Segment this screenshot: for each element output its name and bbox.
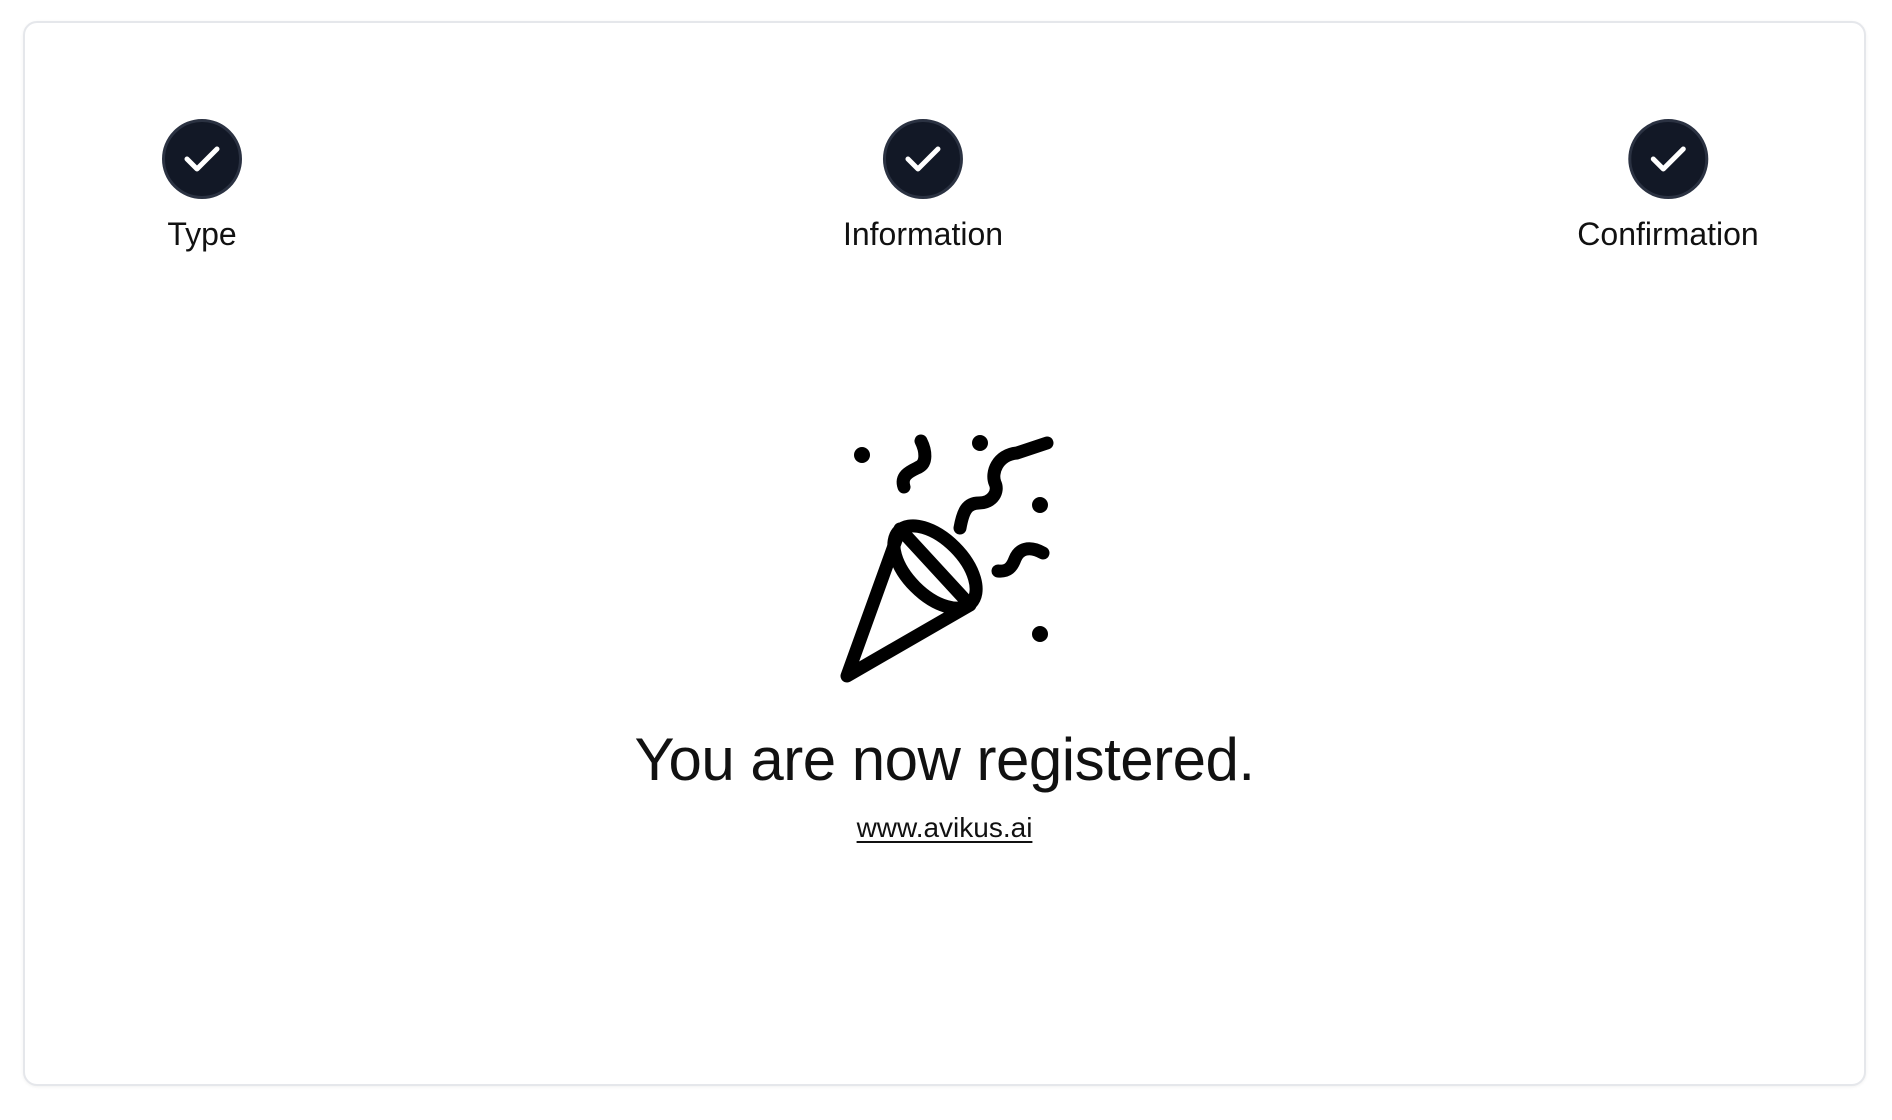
step-confirmation: Confirmation <box>1577 119 1759 253</box>
check-icon <box>1650 146 1686 172</box>
check-icon <box>905 146 941 172</box>
website-link[interactable]: www.avikus.ai <box>857 811 1033 845</box>
party-popper-icon <box>840 434 1053 683</box>
step-complete-indicator <box>1628 119 1708 199</box>
step-complete-indicator <box>162 119 242 199</box>
registration-card: Type Information Confirmation You are no… <box>23 21 1866 1086</box>
registration-success-headline: You are now registered. <box>634 726 1255 793</box>
step-complete-indicator <box>882 119 963 199</box>
check-icon <box>184 146 220 172</box>
step-type: Type <box>162 119 242 253</box>
confirmation-section: You are now registered. www.avikus.ai <box>25 423 1864 845</box>
step-information: Information <box>843 119 1003 253</box>
step-label: Confirmation <box>1577 216 1759 252</box>
step-label: Information <box>842 216 1004 252</box>
step-label: Type <box>167 216 237 252</box>
